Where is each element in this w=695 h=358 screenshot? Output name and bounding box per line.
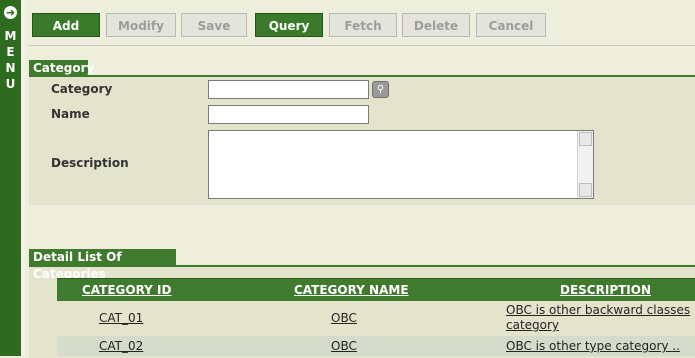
description-textarea[interactable]: [208, 130, 594, 199]
lookup-search-icon[interactable]: ⚲: [372, 81, 389, 98]
menu-letter: E: [6, 45, 15, 59]
cell-description-continued[interactable]: category: [506, 318, 559, 332]
cell-category-id[interactable]: CAT_02: [99, 339, 143, 353]
list-section-title: Detail List Of Categories: [29, 249, 176, 281]
category-label: Category: [51, 82, 113, 96]
column-header-category-id[interactable]: CATEGORY ID: [82, 279, 171, 301]
menu-divider: [21, 0, 25, 356]
column-header-category-name[interactable]: CATEGORY NAME: [294, 279, 409, 301]
toolbar-separator: [29, 45, 695, 46]
name-field[interactable]: [208, 105, 369, 124]
cell-description[interactable]: OBC is other type category ..: [506, 339, 680, 353]
category-section-title: Category: [29, 60, 94, 77]
name-label: Name: [51, 107, 90, 121]
cell-category-name[interactable]: OBC: [331, 339, 357, 353]
description-label: Description: [51, 156, 129, 170]
table-row[interactable]: CAT_02 OBC OBC is other type category ..: [57, 336, 695, 356]
cell-description[interactable]: OBC is other backward classes: [506, 303, 690, 317]
column-header-description[interactable]: DESCRIPTION: [560, 279, 651, 301]
fetch-button[interactable]: Fetch: [329, 13, 397, 37]
delete-button[interactable]: Delete: [402, 13, 470, 37]
side-menu[interactable]: ➜ M E N U: [0, 0, 22, 356]
cell-category-id[interactable]: CAT_01: [99, 311, 143, 325]
cell-category-name[interactable]: OBC: [331, 311, 357, 325]
scroll-up-icon[interactable]: [579, 132, 592, 146]
category-field[interactable]: [208, 80, 369, 99]
menu-label[interactable]: M E N U: [0, 28, 21, 92]
table-header: CATEGORY ID CATEGORY NAME DESCRIPTION: [57, 278, 695, 301]
modify-button[interactable]: Modify: [106, 13, 176, 37]
menu-letter: U: [5, 77, 16, 91]
scroll-down-icon[interactable]: [579, 183, 592, 197]
add-button[interactable]: Add: [32, 13, 100, 37]
description-scrollbar[interactable]: [577, 131, 593, 198]
cancel-button[interactable]: Cancel: [476, 13, 546, 37]
menu-letter: M: [4, 29, 17, 43]
save-button[interactable]: Save: [181, 13, 247, 37]
menu-expand-icon[interactable]: ➜: [4, 6, 17, 19]
table-row[interactable]: CAT_01 OBC OBC is other backward classes…: [57, 301, 695, 336]
query-button[interactable]: Query: [255, 13, 323, 37]
menu-letter: N: [5, 61, 16, 75]
